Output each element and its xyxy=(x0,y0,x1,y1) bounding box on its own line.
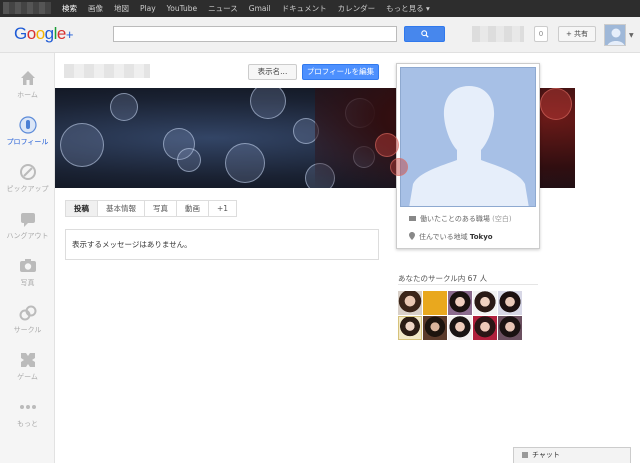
tab-photos[interactable]: 写真 xyxy=(145,201,177,216)
chat-bar[interactable]: チャット xyxy=(513,447,631,463)
member-avatar[interactable] xyxy=(423,291,447,315)
user-name-blurred xyxy=(472,26,524,42)
tab-plus-ones[interactable]: +1 xyxy=(209,201,236,216)
nav-youtube[interactable]: YouTube xyxy=(167,4,198,13)
location-pin-icon xyxy=(409,232,415,240)
profile-name-blurred xyxy=(64,64,150,78)
sidebar-item-explore[interactable]: ピックアップ xyxy=(0,153,55,199)
sidebar-item-label: ホーム xyxy=(17,91,38,99)
display-name-dropdown[interactable]: 表示名... xyxy=(248,64,297,80)
location-info: 住んでいる地域 Tokyo xyxy=(409,232,493,242)
circles-icon xyxy=(19,305,36,321)
member-avatar[interactable] xyxy=(473,316,497,340)
member-avatar[interactable] xyxy=(423,316,447,340)
profile-photo-card: 働いたことのある職場 (空白) 住んでいる地域 Tokyo xyxy=(396,63,540,249)
nav-search[interactable]: 検索 xyxy=(62,3,77,14)
account-name-blurred xyxy=(3,2,51,14)
home-icon xyxy=(20,71,35,85)
chat-status-icon xyxy=(522,452,528,458)
profile-photo[interactable] xyxy=(400,67,536,207)
sidebar-item-label: ピックアップ xyxy=(6,185,49,193)
sidebar-item-circles[interactable]: サークル xyxy=(0,294,55,340)
work-label: 働いたことのある職場 xyxy=(420,215,490,223)
sidebar-item-label: もっと xyxy=(17,420,38,428)
briefcase-icon xyxy=(409,216,416,221)
tab-posts[interactable]: 投稿 xyxy=(66,201,98,216)
sidebar-item-label: ハングアウト xyxy=(6,232,49,240)
work-info: 働いたことのある職場 (空白) xyxy=(409,214,512,224)
sidebar-item-home[interactable]: ホーム xyxy=(0,59,55,105)
compass-icon xyxy=(19,164,36,180)
nav-play[interactable]: Play xyxy=(140,4,156,13)
member-avatar[interactable] xyxy=(498,316,522,340)
default-avatar-icon xyxy=(607,28,625,45)
search-input[interactable] xyxy=(113,26,397,42)
sidebar-item-games[interactable]: ゲーム xyxy=(0,341,55,387)
nav-docs[interactable]: ドキュメント xyxy=(282,3,327,14)
nav-maps[interactable]: 地図 xyxy=(114,3,129,14)
hangout-icon xyxy=(20,213,35,227)
tab-videos[interactable]: 動画 xyxy=(177,201,209,216)
sidebar-item-more[interactable]: もっと xyxy=(0,388,55,434)
nav-images[interactable]: 画像 xyxy=(88,3,103,14)
chat-label: チャット xyxy=(532,451,560,459)
divider xyxy=(398,284,538,285)
notification-count[interactable]: 0 xyxy=(534,26,548,42)
search-button[interactable] xyxy=(404,26,445,42)
nav-calendar[interactable]: カレンダー xyxy=(338,3,376,14)
top-nav-links: 検索 画像 地図 Play YouTube ニュース Gmail ドキュメント … xyxy=(62,0,441,17)
work-value: (空白) xyxy=(492,215,512,223)
location-value: Tokyo xyxy=(469,233,493,241)
member-avatar[interactable] xyxy=(448,291,472,315)
sidebar-item-photos[interactable]: 写真 xyxy=(0,247,55,293)
sidebar-item-label: プロフィール xyxy=(6,138,49,146)
circles-count-title: あなたのサークル内 67 人 xyxy=(398,274,488,283)
member-avatar[interactable] xyxy=(498,291,522,315)
edit-profile-button[interactable]: プロフィールを編集 xyxy=(302,64,379,80)
nav-news[interactable]: ニュース xyxy=(208,3,238,14)
top-nav-bar: 検索 画像 地図 Play YouTube ニュース Gmail ドキュメント … xyxy=(0,0,640,17)
default-avatar-icon xyxy=(409,86,529,206)
more-icon xyxy=(19,405,36,409)
sidebar-item-label: ゲーム xyxy=(17,373,38,381)
profile-icon xyxy=(18,116,37,134)
nav-gmail[interactable]: Gmail xyxy=(249,4,271,13)
circle-members xyxy=(398,291,526,340)
google-plus-logo[interactable]: Google+ xyxy=(14,24,73,44)
header: Google+ 0 + 共有 ▼ xyxy=(0,17,640,53)
left-sidebar: ホーム プロフィール ピックアップ ハングアウト 写真 サークル ゲーム もっと xyxy=(0,53,55,463)
sidebar-item-hangouts[interactable]: ハングアウト xyxy=(0,200,55,246)
share-button[interactable]: + 共有 xyxy=(558,26,596,42)
sidebar-item-profile[interactable]: プロフィール xyxy=(0,106,55,152)
tab-about[interactable]: 基本情報 xyxy=(98,201,145,216)
location-label: 住んでいる地域 xyxy=(419,233,468,241)
member-avatar[interactable] xyxy=(473,291,497,315)
empty-posts-message: 表示するメッセージはありません。 xyxy=(65,229,379,260)
member-avatar[interactable] xyxy=(398,291,422,315)
games-icon xyxy=(20,353,35,367)
nav-more[interactable]: もっと見る ▾ xyxy=(386,3,430,14)
member-avatar[interactable] xyxy=(398,316,422,340)
sidebar-item-label: サークル xyxy=(13,326,42,334)
search-icon xyxy=(420,30,429,38)
member-avatar[interactable] xyxy=(448,316,472,340)
chevron-down-icon[interactable]: ▼ xyxy=(629,32,634,39)
camera-icon xyxy=(19,259,36,272)
profile-tabs: 投稿 基本情報 写真 動画 +1 xyxy=(65,200,238,217)
account-avatar[interactable] xyxy=(604,24,626,46)
sidebar-item-label: 写真 xyxy=(20,279,35,287)
